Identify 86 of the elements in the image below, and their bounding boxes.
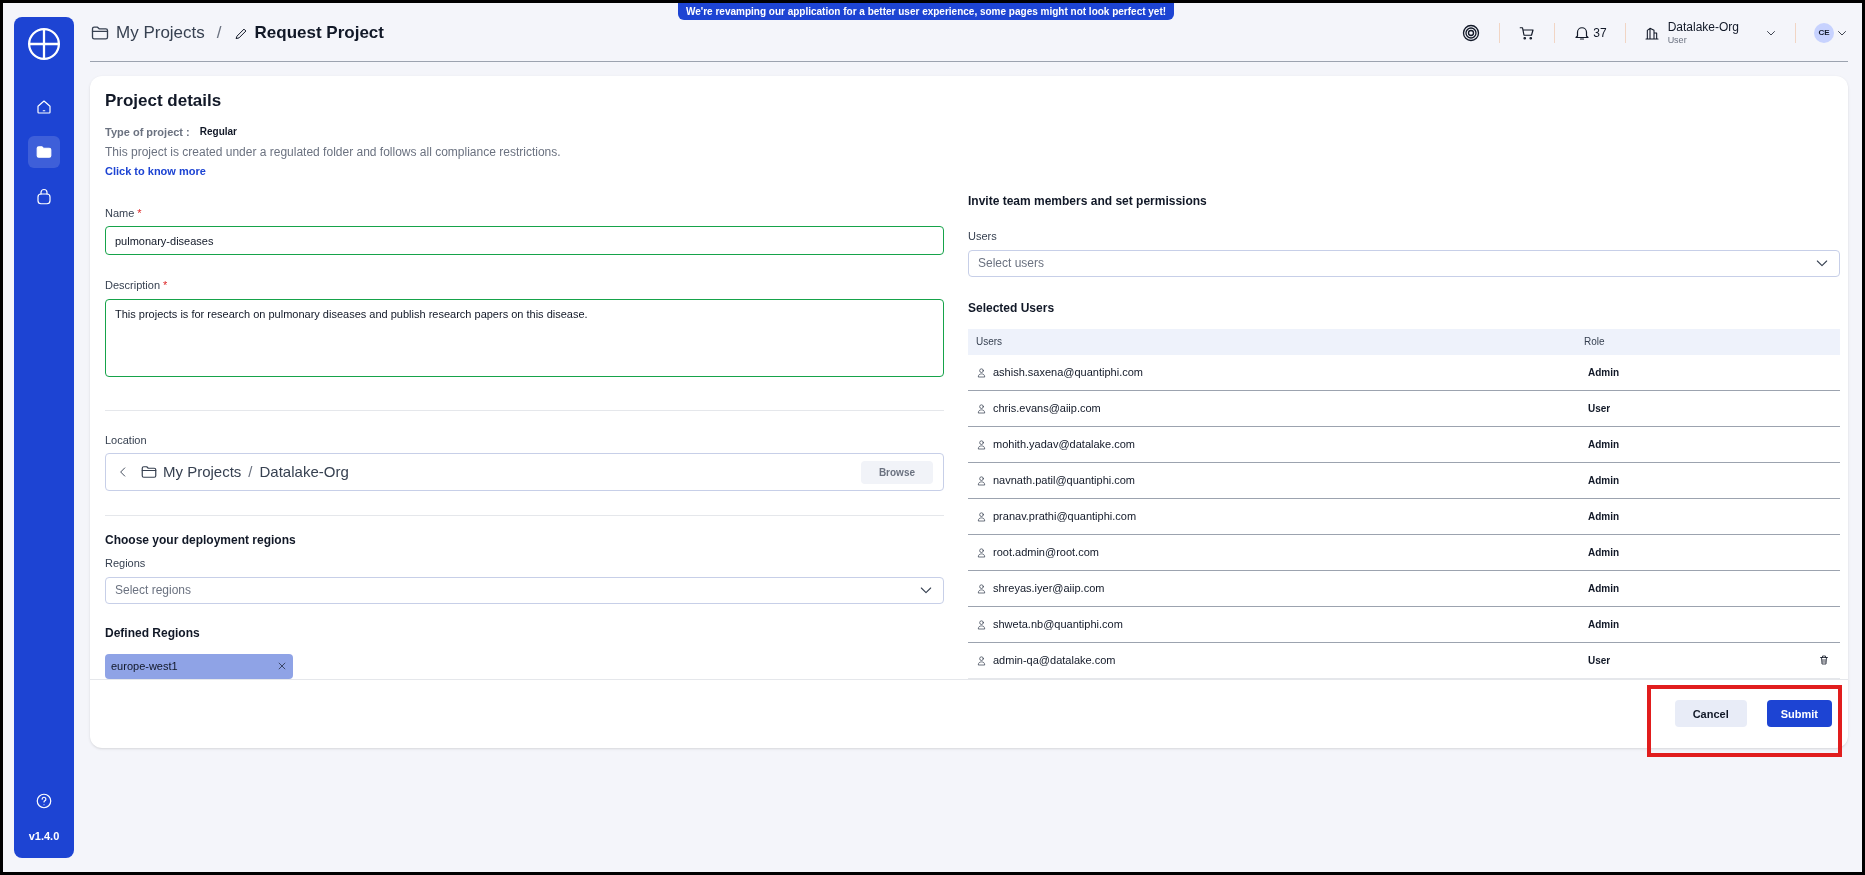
- field-label: Type of project :: [105, 124, 190, 140]
- announcement-banner: We're revamping our application for a better user experience, some pages might not look perfect yet!: [678, 3, 1175, 20]
- user-icon: [976, 654, 987, 666]
- section-title: Project details: [105, 90, 223, 112]
- notifications-button[interactable]: 37: [1573, 24, 1607, 42]
- sidebar-item[interactable]: [28, 136, 60, 168]
- path-segment[interactable]: Datalake-Org: [259, 460, 349, 484]
- user-email: ashish.saxena@quantiphi.com: [993, 364, 1143, 380]
- user-role: Admin: [1588, 581, 1620, 596]
- name-input[interactable]: pulmonary-diseases: [105, 226, 944, 255]
- placeholder-text: Select users: [978, 255, 1045, 272]
- know-more-link[interactable]: Click to know more: [105, 163, 206, 180]
- user-email: chris.evans@aiip.com: [993, 400, 1101, 416]
- user-role: Admin: [1588, 545, 1620, 560]
- radar-button[interactable]: [1461, 23, 1482, 43]
- cancel-button[interactable]: Cancel: [1674, 700, 1747, 728]
- placeholder-text: Select regions: [115, 582, 192, 599]
- user-role: Admin: [1588, 365, 1620, 380]
- field-label: Description *: [105, 278, 169, 293]
- regions-select[interactable]: Select regions: [105, 576, 944, 604]
- user-role: Admin: [1588, 473, 1620, 488]
- organization-name: Datalake-Org: [1667, 19, 1739, 35]
- user-email: navnath.patil@quantiphi.com: [993, 472, 1136, 488]
- required-mark: *: [163, 279, 168, 291]
- delete-button[interactable]: [1818, 654, 1830, 666]
- logo-icon: [27, 27, 61, 61]
- folder-icon: [140, 463, 158, 481]
- description-input[interactable]: This projects is for research on pulmonary diseases and publish research papers on this disease.: [105, 298, 944, 377]
- user-icon: [976, 402, 987, 414]
- trash-icon: [1818, 654, 1830, 666]
- submit-button[interactable]: Submit: [1766, 700, 1832, 728]
- field-label: Name *: [105, 205, 143, 221]
- project-type: Regular: [199, 125, 237, 140]
- avatar: CE: [1814, 23, 1834, 43]
- user-icon: [976, 582, 987, 594]
- user-email: root.admin@root.com: [993, 544, 1099, 560]
- close-icon: [277, 661, 287, 671]
- field-label: Location: [105, 432, 148, 448]
- user-icon: [976, 366, 987, 378]
- version-label: v1.4.0: [28, 828, 60, 844]
- description-text: This project is created under a regulated folder and follows all compliance restrictions.: [105, 144, 562, 161]
- column-header: Users: [976, 335, 1004, 349]
- home-icon: [35, 98, 53, 116]
- help-icon: [35, 791, 53, 810]
- breadcrumb-item: Request Project: [233, 20, 384, 46]
- remove-button[interactable]: [277, 661, 287, 671]
- breadcrumb-separator: /: [216, 22, 222, 45]
- account-menu[interactable]: CE: [1814, 23, 1848, 43]
- section-heading: Defined Regions: [105, 624, 201, 642]
- user-icon: [976, 510, 987, 522]
- path-segment[interactable]: My Projects: [140, 460, 242, 484]
- cart-icon: [1518, 24, 1537, 42]
- field-label: Users: [968, 229, 998, 244]
- required-mark: *: [137, 206, 142, 219]
- section-heading: Selected Users: [968, 299, 1056, 317]
- user-email: shweta.nb@quantiphi.com: [993, 616, 1123, 632]
- user-role: Admin: [1588, 437, 1620, 452]
- user-role: User: [1588, 401, 1611, 416]
- section-heading: Invite team members and set permissions: [968, 193, 1208, 210]
- section-heading: Choose your deployment regions: [105, 532, 297, 549]
- user-email: shreyas.iyer@aiip.com: [993, 580, 1105, 596]
- user-role: Admin: [1588, 617, 1620, 632]
- target-icon: [1461, 23, 1482, 43]
- region-name: europe-west1: [111, 658, 178, 674]
- user-icon: [976, 474, 987, 486]
- user-icon: [976, 546, 987, 558]
- folder-icon: [35, 143, 53, 161]
- browse-button[interactable]: Browse: [860, 460, 933, 484]
- cart-button[interactable]: [1518, 24, 1537, 42]
- user-email: pranav.prathi@quantiphi.com: [993, 508, 1137, 524]
- user-role: User: [1588, 653, 1611, 668]
- user-role: Admin: [1588, 509, 1620, 524]
- breadcrumb-item[interactable]: My Projects: [90, 20, 205, 46]
- user-email: admin-qa@datalake.com: [993, 652, 1116, 668]
- field-label: Regions: [105, 556, 147, 571]
- building-icon: [1643, 25, 1660, 41]
- help-button[interactable]: [35, 791, 53, 810]
- role-label: User: [1667, 34, 1687, 47]
- bell-icon: [1573, 24, 1592, 42]
- user-icon: [976, 618, 987, 630]
- column-header: Role: [1584, 335, 1605, 349]
- users-select[interactable]: Select users: [968, 249, 1840, 277]
- organization-selector[interactable]: Datalake-Org User: [1643, 19, 1777, 47]
- user-email: mohith.yadav@datalake.com: [993, 436, 1136, 452]
- path-separator: /: [248, 461, 253, 482]
- user-icon: [976, 438, 987, 450]
